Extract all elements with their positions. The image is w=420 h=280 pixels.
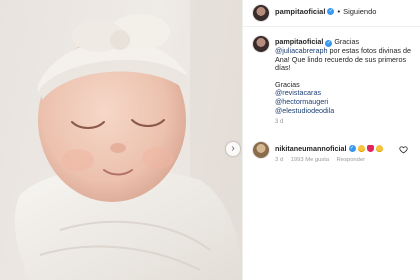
heart-eyes-emoji-icon bbox=[375, 145, 383, 152]
author-avatar[interactable] bbox=[253, 5, 269, 21]
next-photo-button[interactable]: › bbox=[226, 142, 240, 156]
post-photo[interactable]: › bbox=[0, 0, 242, 280]
caption-author-avatar[interactable] bbox=[253, 36, 269, 52]
verified-badge-icon: ✓ bbox=[348, 145, 356, 152]
author-username-link[interactable]: pampitaoficial bbox=[275, 7, 325, 16]
mention-link[interactable]: @elestudiodeodila bbox=[275, 106, 413, 116]
comment-reply-button[interactable]: Responder bbox=[337, 157, 365, 163]
commenter-avatar[interactable] bbox=[253, 142, 269, 158]
header-user: pampitaoficial ✓ • Siguiendo bbox=[275, 7, 376, 16]
baby-photo-illustration bbox=[14, 0, 242, 280]
comment-timestamp[interactable]: 3 d bbox=[275, 157, 283, 163]
separator-dot: • bbox=[337, 7, 341, 16]
chevron-right-icon: › bbox=[231, 143, 235, 154]
caption-text-part: Gracias bbox=[334, 37, 360, 46]
verified-badge-icon: ✓ bbox=[327, 8, 335, 15]
caption-timestamp[interactable]: 3 d bbox=[275, 119, 283, 125]
comment-text: nikitaneumannoficial ✓ bbox=[275, 144, 383, 153]
following-button[interactable]: Siguiendo bbox=[343, 7, 376, 16]
like-comment-heart-icon[interactable] bbox=[399, 145, 408, 154]
comment-meta: 3 d 1993 Me gusta Responder bbox=[275, 157, 371, 163]
instagram-post: › pampitaoficial ✓ • Siguiendo pampitaof… bbox=[0, 0, 420, 280]
commenter-username-link[interactable]: nikitaneumannoficial bbox=[275, 144, 347, 153]
comment-row: nikitaneumannoficial ✓ 3 d 1993 Me gusta… bbox=[243, 140, 420, 170]
heart-emoji-icon bbox=[366, 145, 374, 152]
post-header: pampitaoficial ✓ • Siguiendo bbox=[243, 0, 420, 27]
comment-likes[interactable]: 1993 Me gusta bbox=[291, 157, 329, 163]
caption-username-link[interactable]: pampitaoficial bbox=[275, 37, 323, 46]
smiling-face-emoji-icon bbox=[357, 145, 365, 152]
caption-text: pampitaoficial ✓ Gracias @juliacabreraph … bbox=[275, 37, 413, 116]
post-sidebar: pampitaoficial ✓ • Siguiendo pampitaofic… bbox=[242, 0, 420, 280]
